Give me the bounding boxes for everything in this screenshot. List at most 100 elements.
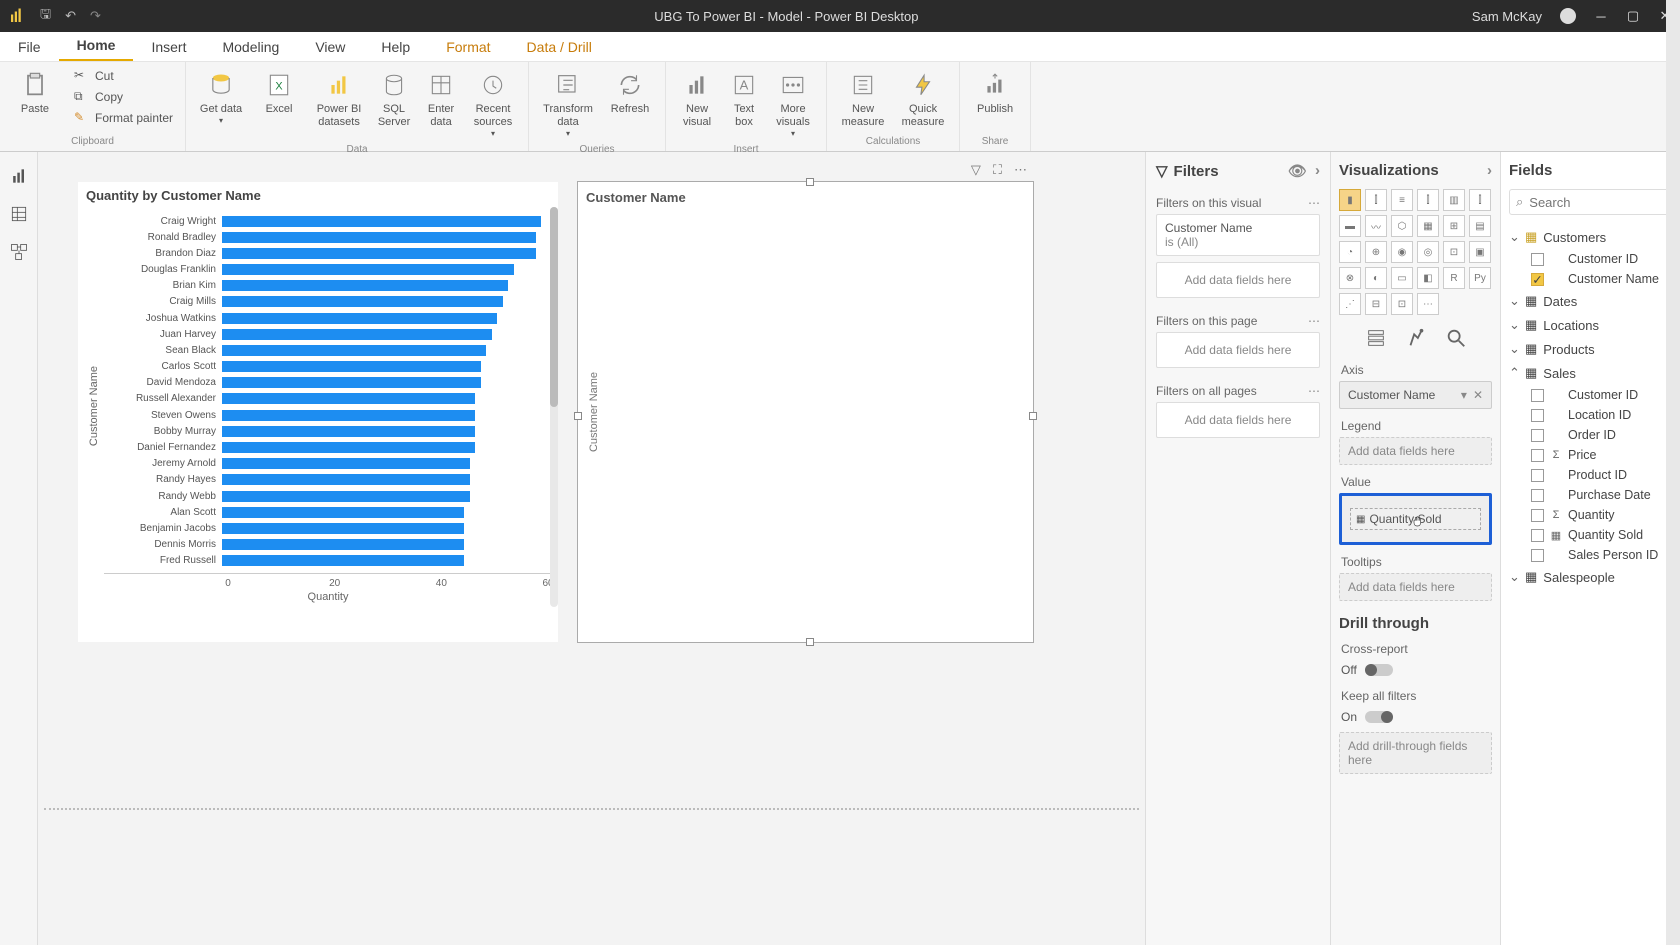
checkbox[interactable] (1531, 509, 1544, 522)
chart-scrollbar[interactable] (550, 207, 558, 607)
new-visual-button[interactable]: New visual (674, 66, 720, 132)
viz-type-icon[interactable]: ⊟ (1365, 293, 1387, 315)
table-sales[interactable]: ⌃▦Sales (1509, 361, 1672, 385)
viz-type-icon[interactable]: ⊞ (1443, 215, 1465, 237)
save-icon[interactable]: 🖫 (40, 5, 51, 27)
refresh-button[interactable]: Refresh (603, 66, 657, 119)
table-salespeople[interactable]: ⌄▦Salespeople (1509, 565, 1672, 589)
viz-type-icon[interactable]: ≡ (1391, 189, 1413, 211)
tab-data-drill[interactable]: Data / Drill (509, 33, 610, 61)
get-data-button[interactable]: Get data▾ (194, 66, 248, 129)
report-view-icon[interactable] (9, 166, 29, 186)
bar[interactable] (222, 539, 464, 550)
checkbox[interactable] (1531, 409, 1544, 422)
viz-type-icon[interactable]: ⊕ (1365, 241, 1387, 263)
avatar[interactable] (1560, 8, 1576, 24)
more-visuals-button[interactable]: More visuals▾ (768, 66, 818, 142)
more-icon[interactable]: ⋯ (1308, 196, 1320, 210)
viz-type-icon[interactable]: 〰 (1365, 215, 1387, 237)
bar-row[interactable]: Fred Russell (104, 553, 552, 568)
table-customers[interactable]: ⌄▦Customers (1509, 225, 1672, 249)
field-item[interactable]: Customer ID (1531, 385, 1672, 405)
bar[interactable] (222, 296, 503, 307)
visual-filter-drop[interactable]: Add data fields here (1156, 262, 1320, 298)
window-scrollbar[interactable] (1666, 0, 1680, 945)
user-name[interactable]: Sam McKay (1472, 9, 1542, 24)
viz-type-icon[interactable]: ⫿ (1365, 189, 1387, 211)
viz-type-icon[interactable]: ▣ (1469, 241, 1491, 263)
viz-type-icon[interactable]: ⊡ (1391, 293, 1413, 315)
bar[interactable] (222, 280, 508, 291)
drill-through-well[interactable]: Add drill-through fields here (1339, 732, 1492, 774)
bar-row[interactable]: Daniel Fernandez (104, 440, 552, 455)
viz-type-icon[interactable]: ⋯ (1417, 293, 1439, 315)
format-painter-button[interactable]: ✎Format painter (70, 108, 177, 128)
bar-row[interactable]: Joshua Watkins (104, 311, 552, 326)
viz-type-icon[interactable]: ◉ (1391, 241, 1413, 263)
quick-measure-button[interactable]: Quick measure (895, 66, 951, 132)
checkbox[interactable]: ✓ (1531, 273, 1544, 286)
bar[interactable] (222, 393, 475, 404)
viz-type-icon[interactable]: ⊗ (1339, 267, 1361, 289)
checkbox[interactable] (1531, 389, 1544, 402)
field-item[interactable]: Product ID (1531, 465, 1672, 485)
remove-icon[interactable]: ✕ (1473, 388, 1483, 402)
filter-icon[interactable]: ▽ (971, 162, 981, 178)
text-box-button[interactable]: AText box (724, 66, 764, 132)
axis-well[interactable]: Customer Name ▾✕ (1339, 381, 1492, 409)
field-item[interactable]: Purchase Date (1531, 485, 1672, 505)
table-products[interactable]: ⌄▦Products (1509, 337, 1672, 361)
field-item[interactable]: Customer ID (1531, 249, 1672, 269)
bar[interactable] (222, 458, 470, 469)
field-item[interactable]: ΣQuantity (1531, 505, 1672, 525)
keep-filters-toggle[interactable]: On (1339, 707, 1492, 732)
bar[interactable] (222, 377, 481, 388)
cut-button[interactable]: ✂Cut (70, 66, 177, 86)
bar-row[interactable]: Randy Webb (104, 489, 552, 504)
fields-tab-icon[interactable] (1365, 327, 1387, 349)
viz-type-icon[interactable]: ⋰ (1339, 293, 1361, 315)
bar[interactable] (222, 442, 475, 453)
publish-button[interactable]: Publish (968, 66, 1022, 119)
collapse-icon[interactable]: › (1487, 162, 1492, 179)
checkbox[interactable] (1531, 549, 1544, 562)
more-options-icon[interactable]: ⋯ (1014, 162, 1027, 178)
model-view-icon[interactable] (9, 242, 29, 262)
bar[interactable] (222, 345, 486, 356)
bar[interactable] (222, 410, 475, 421)
search-field[interactable] (1529, 195, 1680, 210)
field-item[interactable]: Order ID (1531, 425, 1672, 445)
transform-data-button[interactable]: Transform data▾ (537, 66, 599, 142)
checkbox[interactable] (1531, 469, 1544, 482)
bar[interactable] (222, 474, 470, 485)
sql-server-button[interactable]: SQL Server (372, 66, 416, 132)
bar-row[interactable]: Bobby Murray (104, 424, 552, 439)
value-well-highlighted[interactable]: ▦ Quantity Sold (1339, 493, 1492, 545)
recent-sources-button[interactable]: Recent sources▾ (466, 66, 520, 142)
bar-row[interactable]: Steven Owens (104, 408, 552, 423)
enter-data-button[interactable]: Enter data (420, 66, 462, 132)
tab-insert[interactable]: Insert (133, 33, 204, 61)
bar-row[interactable]: Alan Scott (104, 505, 552, 520)
tab-help[interactable]: Help (363, 33, 428, 61)
bar-row[interactable]: Dennis Morris (104, 537, 552, 552)
eye-icon[interactable]: 👁 (1288, 162, 1307, 180)
bar-row[interactable]: Jeremy Arnold (104, 456, 552, 471)
tab-modeling[interactable]: Modeling (204, 33, 297, 61)
viz-type-icon[interactable]: Py (1469, 267, 1491, 289)
viz-type-icon[interactable]: ◔ (1339, 241, 1361, 263)
bar[interactable] (222, 426, 475, 437)
undo-icon[interactable]: ↶ (65, 8, 76, 24)
field-item[interactable]: ▦Quantity Sold (1531, 525, 1672, 545)
viz-type-icon[interactable]: ▭ (1391, 267, 1413, 289)
field-item[interactable]: ΣPrice (1531, 445, 1672, 465)
visual-empty-selected[interactable]: ▽ ⛶ ⋯ Customer Name Customer Name (578, 182, 1033, 642)
focus-icon[interactable]: ⛶ (993, 162, 1002, 178)
visual-bar-chart[interactable]: Quantity by Customer Name Customer Name … (78, 182, 558, 642)
checkbox[interactable] (1531, 449, 1544, 462)
tab-view[interactable]: View (297, 33, 363, 61)
bar-row[interactable]: Randy Hayes (104, 472, 552, 487)
maximize-icon[interactable]: ▢ (1626, 9, 1640, 23)
tab-format[interactable]: Format (428, 33, 508, 61)
bar-row[interactable]: Ronald Bradley (104, 230, 552, 245)
